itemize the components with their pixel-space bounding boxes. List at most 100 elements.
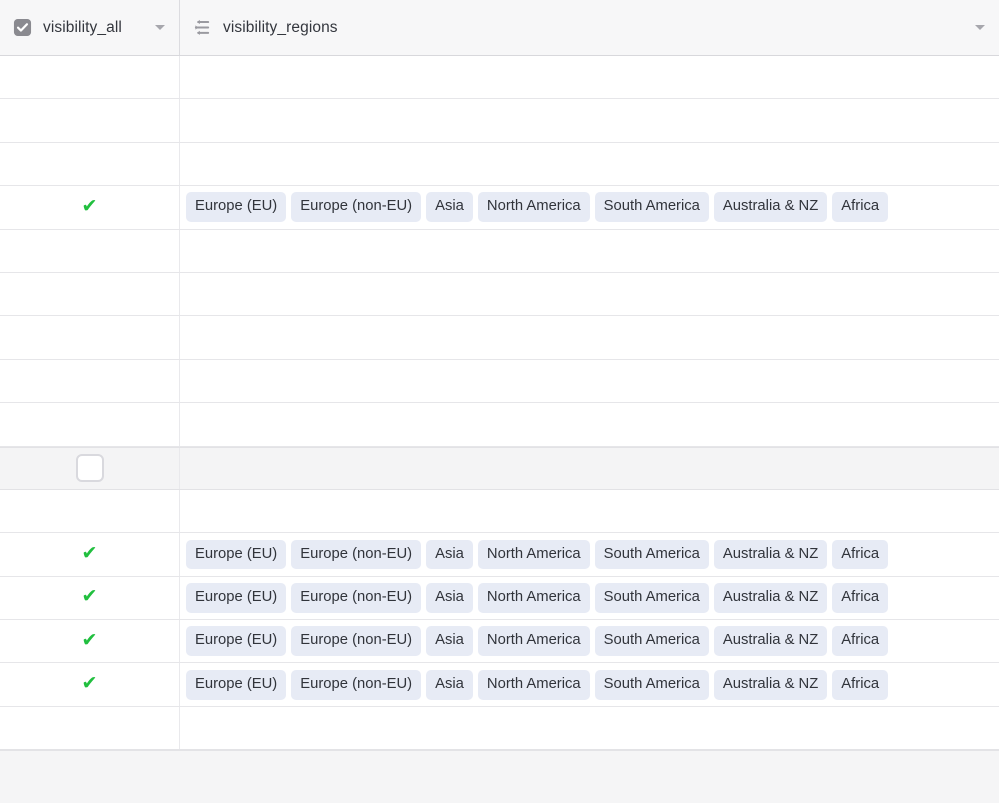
cell-visibility-all[interactable] bbox=[0, 706, 180, 749]
cell-visibility-regions[interactable] bbox=[180, 403, 999, 445]
region-tag[interactable]: Europe (non-EU) bbox=[291, 192, 422, 223]
cell-visibility-all[interactable] bbox=[0, 99, 180, 142]
column-header-label: visibility_all bbox=[43, 18, 122, 36]
check-icon: ✔ bbox=[81, 542, 98, 564]
region-tag[interactable]: Australia & NZ bbox=[713, 669, 828, 700]
region-tag[interactable]: South America bbox=[594, 669, 709, 700]
cell-visibility-regions[interactable] bbox=[180, 707, 999, 749]
table-row[interactable]: ✔ Europe (EU) Europe (non-EU) Asia North Ame… bbox=[0, 620, 999, 664]
region-tag-list: Europe (EU) Europe (non-EU) Asia North Amer… bbox=[186, 539, 889, 570]
table-row[interactable]: ✔ Europe (EU) Europe (non-EU) Asia North Ame… bbox=[0, 576, 999, 621]
cell-visibility-regions[interactable]: Europe (EU) Europe (non-EU) Asia North Amer… bbox=[180, 663, 999, 705]
chevron-down-icon[interactable] bbox=[975, 25, 985, 30]
checkbox-checked-icon bbox=[13, 18, 32, 37]
cell-visibility-regions[interactable] bbox=[180, 56, 999, 98]
region-tag[interactable]: Europe (EU) bbox=[186, 539, 287, 570]
table-row[interactable] bbox=[0, 446, 999, 490]
table-row[interactable]: ✔ Europe (EU) Europe (non-EU) Asia North Ame… bbox=[0, 533, 999, 577]
table-row[interactable] bbox=[0, 489, 999, 534]
chevron-down-icon[interactable] bbox=[155, 25, 165, 30]
check-icon: ✔ bbox=[81, 195, 98, 217]
table-row[interactable] bbox=[0, 142, 999, 187]
region-tag[interactable]: Africa bbox=[832, 582, 889, 613]
cell-visibility-regions[interactable]: Europe (EU) Europe (non-EU) Asia North Amer… bbox=[180, 577, 999, 619]
cell-visibility-all[interactable] bbox=[0, 56, 180, 99]
cell-visibility-all[interactable] bbox=[0, 447, 180, 489]
region-tag[interactable]: Africa bbox=[832, 192, 889, 223]
table-row[interactable] bbox=[0, 272, 999, 317]
cell-visibility-regions[interactable] bbox=[180, 316, 999, 358]
cell-visibility-all[interactable] bbox=[0, 272, 180, 316]
region-tag[interactable]: North America bbox=[477, 539, 590, 570]
column-header-visibility-regions[interactable]: visibility_regions bbox=[180, 0, 999, 55]
cell-visibility-all[interactable] bbox=[0, 403, 180, 446]
region-tag[interactable]: Asia bbox=[426, 539, 473, 570]
table-row[interactable] bbox=[0, 56, 999, 100]
region-tag-list: Europe (EU) Europe (non-EU) Asia North Amer… bbox=[186, 582, 889, 613]
table-row[interactable] bbox=[0, 99, 999, 143]
grid-body: ✔ Europe (EU) Europe (non-EU) Asia North Ame… bbox=[0, 56, 999, 750]
region-tag[interactable]: Europe (EU) bbox=[186, 582, 287, 613]
cell-visibility-all[interactable]: ✔ bbox=[0, 663, 180, 706]
region-tag[interactable]: South America bbox=[594, 192, 709, 223]
multi-select-list-icon bbox=[194, 19, 210, 36]
region-tag[interactable]: South America bbox=[594, 539, 709, 570]
region-tag[interactable]: Australia & NZ bbox=[713, 582, 828, 613]
region-tag[interactable]: Europe (non-EU) bbox=[291, 539, 422, 570]
region-tag[interactable]: Australia & NZ bbox=[713, 626, 828, 657]
region-tag[interactable]: Asia bbox=[426, 669, 473, 700]
column-header-visibility-all[interactable]: visibility_all bbox=[0, 0, 180, 55]
cell-visibility-all[interactable] bbox=[0, 489, 180, 533]
region-tag[interactable]: South America bbox=[594, 582, 709, 613]
region-tag[interactable]: Europe (EU) bbox=[186, 626, 287, 657]
cell-visibility-all[interactable]: ✔ bbox=[0, 533, 180, 576]
cell-visibility-regions[interactable]: Europe (EU) Europe (non-EU) Asia North Amer… bbox=[180, 533, 999, 575]
cell-visibility-regions[interactable] bbox=[180, 490, 999, 532]
region-tag[interactable]: Asia bbox=[426, 192, 473, 223]
region-tag[interactable]: Europe (non-EU) bbox=[291, 626, 422, 657]
region-tag[interactable]: North America bbox=[477, 192, 590, 223]
region-tag[interactable]: Europe (non-EU) bbox=[291, 582, 422, 613]
region-tag[interactable]: Australia & NZ bbox=[713, 539, 828, 570]
region-tag[interactable]: Europe (non-EU) bbox=[291, 669, 422, 700]
region-tag-list: Europe (EU) Europe (non-EU) Asia North Amer… bbox=[186, 626, 889, 657]
region-tag[interactable]: South America bbox=[594, 626, 709, 657]
table-row[interactable] bbox=[0, 229, 999, 273]
cell-visibility-regions[interactable]: Europe (EU) Europe (non-EU) Asia North Amer… bbox=[180, 186, 999, 228]
cell-visibility-all[interactable]: ✔ bbox=[0, 186, 180, 229]
region-tag[interactable]: Africa bbox=[832, 539, 889, 570]
checkbox-unchecked[interactable] bbox=[75, 454, 104, 483]
cell-visibility-all[interactable]: ✔ bbox=[0, 620, 180, 663]
cell-visibility-all[interactable] bbox=[0, 229, 180, 272]
region-tag[interactable]: Asia bbox=[426, 582, 473, 613]
table-row[interactable]: ✔ Europe (EU) Europe (non-EU) Asia North Ame… bbox=[0, 186, 999, 230]
check-icon: ✔ bbox=[81, 586, 98, 608]
cell-visibility-regions[interactable] bbox=[180, 143, 999, 185]
cell-visibility-all[interactable] bbox=[0, 359, 180, 403]
region-tag[interactable]: Australia & NZ bbox=[713, 192, 828, 223]
region-tag[interactable]: Europe (EU) bbox=[186, 669, 287, 700]
cell-visibility-all[interactable] bbox=[0, 316, 180, 359]
table-row[interactable] bbox=[0, 403, 999, 447]
region-tag[interactable]: Europe (EU) bbox=[186, 192, 287, 223]
table-row[interactable] bbox=[0, 706, 999, 750]
cell-visibility-regions[interactable] bbox=[180, 273, 999, 315]
cell-visibility-regions[interactable] bbox=[180, 230, 999, 272]
spreadsheet-grid: visibility_all visibility_regions ✔ Europ… bbox=[0, 0, 999, 803]
cell-visibility-all[interactable] bbox=[0, 142, 180, 186]
region-tag[interactable]: North America bbox=[477, 582, 590, 613]
cell-visibility-regions[interactable] bbox=[180, 448, 999, 489]
region-tag[interactable]: North America bbox=[477, 669, 590, 700]
table-row[interactable]: ✔ Europe (EU) Europe (non-EU) Asia North Ame… bbox=[0, 663, 999, 707]
region-tag[interactable]: Africa bbox=[832, 626, 889, 657]
cell-visibility-regions[interactable] bbox=[180, 99, 999, 141]
table-row[interactable] bbox=[0, 316, 999, 360]
cell-visibility-regions[interactable] bbox=[180, 360, 999, 402]
cell-visibility-regions[interactable]: Europe (EU) Europe (non-EU) Asia North Amer… bbox=[180, 620, 999, 662]
column-header-row: visibility_all visibility_regions bbox=[0, 0, 999, 56]
region-tag[interactable]: Africa bbox=[832, 669, 889, 700]
table-row[interactable] bbox=[0, 359, 999, 404]
region-tag[interactable]: North America bbox=[477, 626, 590, 657]
region-tag[interactable]: Asia bbox=[426, 626, 473, 657]
cell-visibility-all[interactable]: ✔ bbox=[0, 576, 180, 620]
